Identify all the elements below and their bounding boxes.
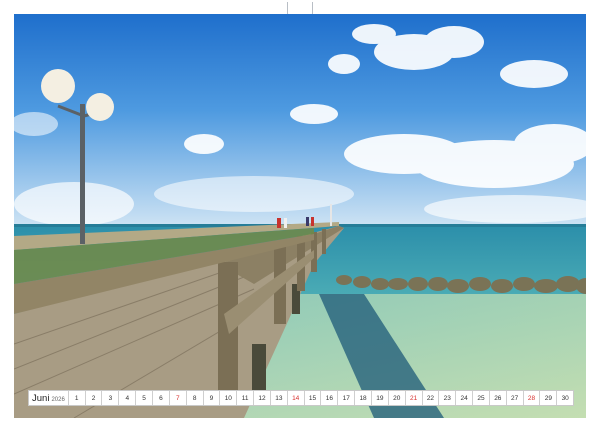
day-cell: 27 xyxy=(505,391,523,405)
day-cell: 29 xyxy=(539,391,556,405)
day-cell: 10 xyxy=(219,391,236,405)
pier-illustration xyxy=(14,14,586,418)
month-label: Juni 2026 xyxy=(29,393,68,404)
calendar-page: Juni 2026 1 2 3 4 5 6 7 8 9 10 11 12 13 14 15 16 17 18 19 2… xyxy=(0,0,600,432)
day-cell: 18 xyxy=(354,391,371,405)
day-cell: 15 xyxy=(303,391,321,405)
day-cell: 5 xyxy=(135,391,152,405)
day-cell: 19 xyxy=(370,391,388,405)
day-cell: 8 xyxy=(185,391,203,405)
day-cell: 30 xyxy=(556,391,573,405)
day-cell: 22 xyxy=(421,391,439,405)
day-cell: 17 xyxy=(337,391,354,405)
day-cell: 23 xyxy=(438,391,455,405)
day-cell: 28 xyxy=(522,391,540,405)
day-cell: 7 xyxy=(168,391,186,405)
day-cell: 3 xyxy=(101,391,118,405)
pier-photo xyxy=(14,14,586,418)
day-cell: 12 xyxy=(253,391,270,405)
year-label: 2026 xyxy=(51,396,65,403)
day-cell: 13 xyxy=(269,391,287,405)
day-cell: 11 xyxy=(236,391,253,405)
day-cell: 16 xyxy=(320,391,337,405)
month-calendar-strip: Juni 2026 1 2 3 4 5 6 7 8 9 10 11 12 13 14 15 16 17 18 19 2… xyxy=(28,390,574,406)
day-cell: 6 xyxy=(152,391,169,405)
day-cell: 9 xyxy=(202,391,220,405)
day-cell: 26 xyxy=(488,391,506,405)
day-cells: 1 2 3 4 5 6 7 8 9 10 11 12 13 14 15 16 17 18 19 20 21 22 23 24 2… xyxy=(67,391,573,405)
day-cell: 20 xyxy=(387,391,405,405)
day-cell: 21 xyxy=(404,391,422,405)
day-cell: 25 xyxy=(472,391,489,405)
day-cell: 14 xyxy=(286,391,304,405)
day-cell: 4 xyxy=(118,391,135,405)
month-name: Juni xyxy=(32,392,50,404)
day-cell: 1 xyxy=(67,391,85,405)
day-cell: 2 xyxy=(84,391,102,405)
day-cell: 24 xyxy=(455,391,472,405)
